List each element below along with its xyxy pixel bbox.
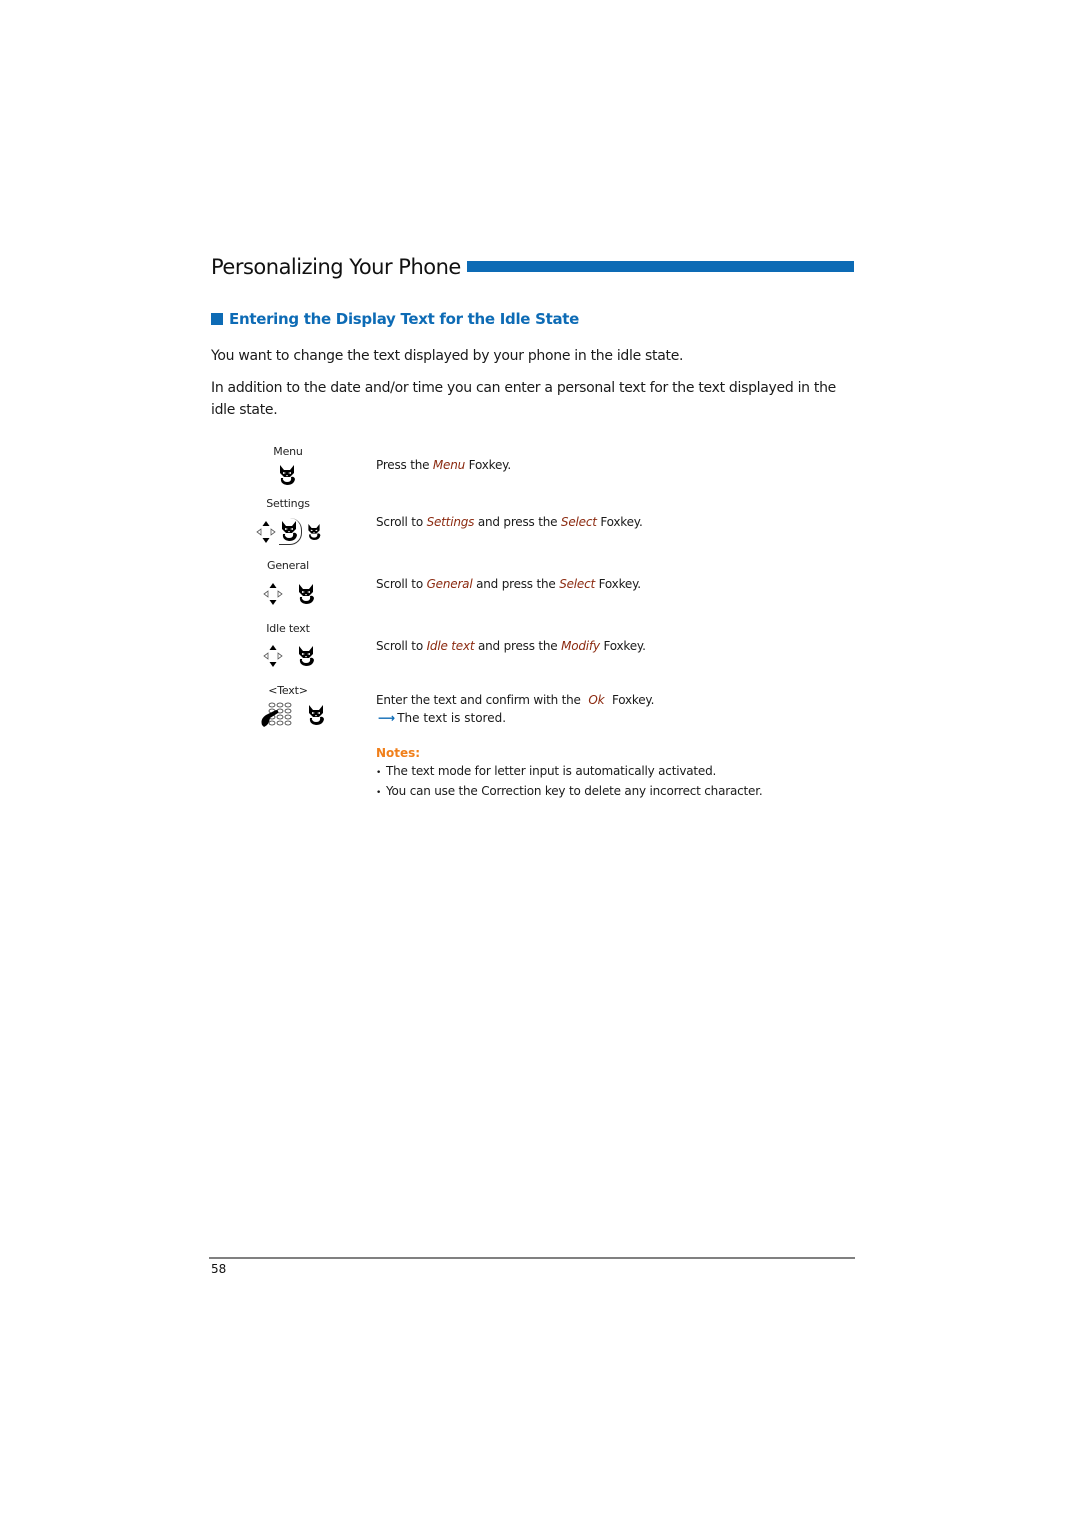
chapter-accent-bar: [466, 261, 854, 272]
step-icons-idle-text: [258, 644, 316, 668]
foxkey-icon: [296, 583, 316, 605]
notes-list: • The text mode for letter input is autom…: [376, 763, 763, 803]
step-result: ⟶ The text is stored.: [378, 711, 507, 725]
step-text-settings: Scroll to Settings and press the Select …: [376, 515, 643, 529]
step-text-text-entry: Enter the text and confirm with the Ok F…: [376, 693, 655, 707]
step-icons-menu: [277, 464, 297, 486]
step-icons-general: [258, 582, 316, 606]
menu-foxkey-ref: Menu: [432, 458, 466, 472]
section-square-icon: [211, 313, 223, 325]
bullet-icon: •: [376, 787, 382, 798]
step-label-idle-text: Idle text: [266, 622, 310, 635]
foxkey-bracket: [279, 518, 302, 545]
keypad-icon: [261, 702, 292, 727]
note-item: • The text mode for letter input is autom…: [376, 763, 762, 783]
section-heading: Entering the Display Text for the Idle S…: [211, 310, 579, 328]
step-icons-text-entry: [260, 702, 326, 728]
step-text-menu: Press the Menu Foxkey.: [376, 458, 511, 472]
page-number: 58: [211, 1262, 227, 1276]
intro-paragraph: You want to change the text displayed by…: [211, 348, 684, 364]
description-paragraph: In addition to the date and/or time you …: [211, 380, 836, 418]
foxkey-icon: [306, 522, 322, 542]
step-label-settings: Settings: [266, 497, 310, 510]
navigation-key-icon: [258, 582, 288, 606]
step-text-general: Scroll to General and press the Select F…: [376, 577, 641, 591]
footer-divider: [209, 1257, 855, 1259]
chapter-header: Personalizing Your Phone: [211, 250, 854, 280]
foxkey-icon: [279, 520, 299, 542]
step-label-text-entry: <Text>: [268, 684, 308, 697]
chapter-title: Personalizing Your Phone: [211, 255, 461, 279]
section-title: Entering the Display Text for the Idle S…: [229, 310, 580, 328]
foxkey-icon: [277, 464, 297, 486]
navigation-key-icon: [258, 644, 288, 668]
navigation-key-icon: [255, 520, 277, 544]
note-item: • You can use the Correction key to delet…: [376, 783, 763, 803]
foxkey-icon: [296, 645, 316, 667]
step-label-menu: Menu: [273, 445, 303, 458]
step-icons-settings: [255, 518, 322, 545]
step-label-general: General: [267, 559, 309, 572]
foxkey-icon: [306, 704, 326, 726]
notes-title: Notes:: [376, 746, 421, 760]
arrow-right-icon: ⟶: [378, 711, 396, 725]
bullet-icon: •: [376, 768, 382, 778]
step-text-idle-text: Scroll to Idle text and press the Modify…: [376, 639, 646, 653]
